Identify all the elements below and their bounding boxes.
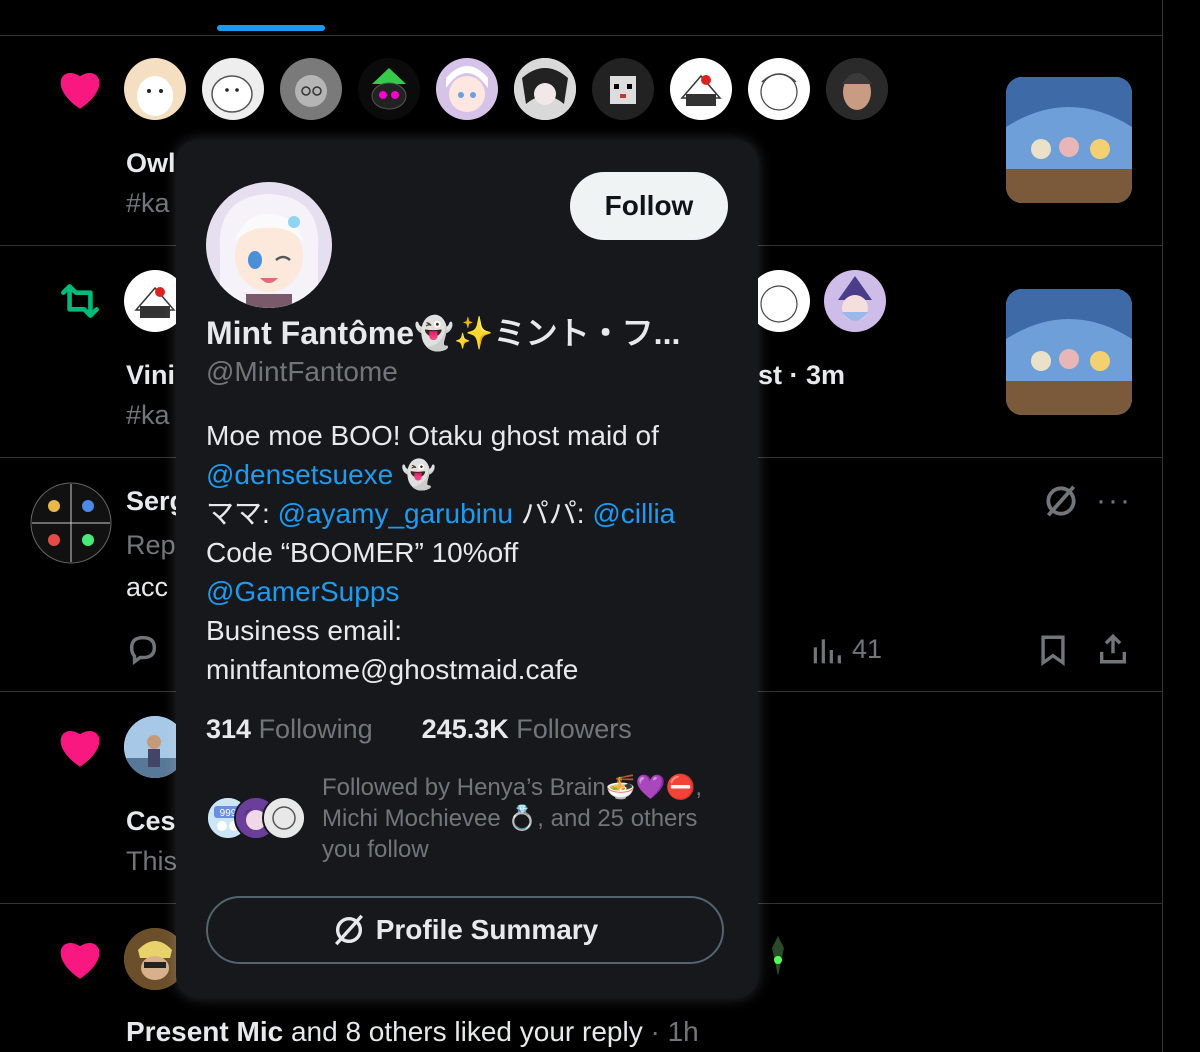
- avatar[interactable]: [826, 58, 888, 120]
- bio-line: @densetsuexe 👻: [206, 455, 736, 494]
- bio-line[interactable]: @GamerSupps: [206, 572, 736, 611]
- profile-hover-card[interactable]: Follow Mint Fantôme👻✨ミント・フ... @MintFanto…: [176, 140, 758, 998]
- avatar: [262, 796, 306, 840]
- hashtag[interactable]: #ka: [126, 400, 170, 431]
- bio-line: Code “BOOMER” 10%off: [206, 537, 519, 568]
- heart-icon: [60, 943, 100, 979]
- following-link[interactable]: 314 Following: [206, 714, 373, 744]
- followers-count: 245.3K: [421, 714, 509, 744]
- avatar[interactable]: [670, 58, 732, 120]
- grok-icon: [334, 914, 363, 946]
- share-icon[interactable]: [1096, 632, 1130, 666]
- username[interactable]: @MintFantome: [206, 356, 398, 388]
- notification-message: and 8 others liked your reply: [283, 1016, 643, 1047]
- media-icon: [772, 936, 784, 976]
- profile-avatar[interactable]: [206, 182, 332, 308]
- bio-line: ママ: @ayamy_garubinu パパ: @cillia: [206, 494, 736, 533]
- avatar[interactable]: [514, 58, 576, 120]
- active-tab-indicator: [217, 25, 325, 31]
- views-count: 41: [852, 634, 883, 664]
- notification-text[interactable]: Present Mic and 8 others liked your repl…: [126, 1016, 699, 1048]
- views-icon[interactable]: [810, 634, 842, 666]
- heart-icon: [60, 731, 100, 767]
- follow-button[interactable]: Follow: [570, 172, 728, 240]
- replying-to: Rep: [126, 530, 176, 560]
- actor-name[interactable]: Owl: [126, 148, 176, 179]
- avatar[interactable]: [824, 270, 886, 332]
- heart-icon: [60, 73, 100, 109]
- post-meta-tail: st · 3m: [758, 360, 846, 390]
- more-options-icon[interactable]: ···: [1096, 484, 1132, 518]
- bio-line: Moe moe BOO! Otaku ghost maid of: [206, 420, 659, 451]
- actor-name[interactable]: Ces: [126, 806, 176, 837]
- repost-icon: [61, 284, 99, 318]
- avatar[interactable]: [592, 58, 654, 120]
- display-name[interactable]: Mint Fantôme👻✨ミント・フ...: [206, 308, 726, 354]
- ghost-emoji: 👻: [393, 459, 436, 490]
- profile-bio: Moe moe BOO! Otaku ghost maid of @denset…: [206, 416, 736, 689]
- mention-link[interactable]: @cillia: [592, 498, 675, 529]
- followed-by-text[interactable]: Followed by Henya’s Brain🍜💜⛔, Michi Moch…: [322, 772, 738, 865]
- avatar[interactable]: [748, 58, 810, 120]
- post-thumbnail[interactable]: [1006, 77, 1132, 203]
- grok-icon[interactable]: [1042, 482, 1080, 520]
- avatar[interactable]: [30, 482, 112, 564]
- column-border: [1162, 0, 1163, 1052]
- avatar[interactable]: [124, 58, 186, 120]
- mention-link[interactable]: @ayamy_garubinu: [278, 498, 513, 529]
- post-snippet: This: [126, 846, 178, 876]
- post-meta: st · 3m: [758, 360, 845, 391]
- actor-name[interactable]: Present Mic: [126, 1016, 283, 1047]
- timestamp: · 1h: [642, 1016, 699, 1047]
- profile-summary-button[interactable]: Profile Summary: [206, 896, 724, 964]
- following-label: Following: [251, 714, 373, 744]
- actor-name[interactable]: Vini: [126, 360, 175, 391]
- bookmark-icon[interactable]: [1036, 632, 1070, 668]
- following-count: 314: [206, 714, 252, 744]
- bio-text: ママ:: [206, 498, 278, 529]
- bio-line: mintfantome@ghostmaid.cafe: [206, 654, 579, 685]
- followed-by-avatars[interactable]: 999: [206, 796, 326, 842]
- bio-text: パパ:: [513, 498, 593, 529]
- profile-summary-label: Profile Summary: [375, 914, 599, 945]
- mention-link[interactable]: @densetsuexe: [206, 459, 393, 490]
- followers-label: Followers: [508, 714, 632, 744]
- followers-link[interactable]: 245.3K Followers: [422, 714, 632, 744]
- avatar[interactable]: [436, 58, 498, 120]
- hashtag[interactable]: #ka: [126, 188, 170, 219]
- avatar[interactable]: [202, 58, 264, 120]
- avatar[interactable]: [280, 58, 342, 120]
- post-thumbnail[interactable]: [1006, 289, 1132, 415]
- follow-stats: 314 Following 245.3K Followers: [206, 714, 632, 745]
- bio-line: Business email:: [206, 615, 403, 646]
- reply-icon[interactable]: [126, 632, 160, 666]
- avatar[interactable]: [358, 58, 420, 120]
- post-text: acc: [126, 572, 169, 602]
